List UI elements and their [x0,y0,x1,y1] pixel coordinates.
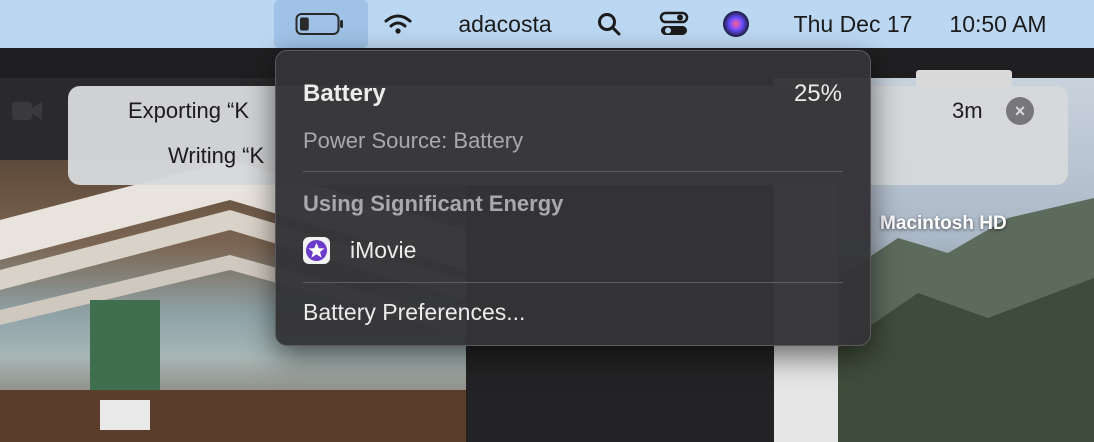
battery-menu: Battery 25% Power Source: Battery Using … [275,50,871,346]
battery-preferences-item[interactable]: Battery Preferences... [303,299,525,326]
imovie-icon [303,236,330,264]
wifi-icon[interactable] [380,0,416,48]
menu-item-imovie[interactable]: iMovie [303,233,416,267]
notification-time: 3m [952,98,983,123]
energy-section-title: Using Significant Energy [303,191,564,216]
menubar-date[interactable]: Thu Dec 17 [782,0,924,48]
menu-bar: adacosta Thu Dec 17 10:50 AM [0,0,1094,48]
notification-title: Exporting “K [128,98,250,123]
video-camera-icon [10,96,44,126]
drive-icon[interactable] [916,70,1012,86]
siri-icon[interactable] [721,0,751,48]
power-source: Power Source: Battery [303,128,524,153]
control-center-icon[interactable] [656,0,692,48]
menu-item-label: iMovie [350,236,417,263]
battery-menu-title: Battery [303,80,386,107]
battery-menu-button[interactable] [274,0,368,48]
search-icon[interactable] [594,0,624,48]
menu-separator [303,171,843,172]
user-menu[interactable]: adacosta [448,0,562,48]
battery-percentage: 25% [793,80,842,107]
drive-label[interactable]: Macintosh HD [880,213,1007,235]
battery-icon [295,13,343,35]
close-icon[interactable]: × [1006,97,1034,125]
menu-separator [303,282,843,283]
notification-body: Writing “K [168,143,265,168]
menubar-time[interactable]: 10:50 AM [936,0,1060,48]
